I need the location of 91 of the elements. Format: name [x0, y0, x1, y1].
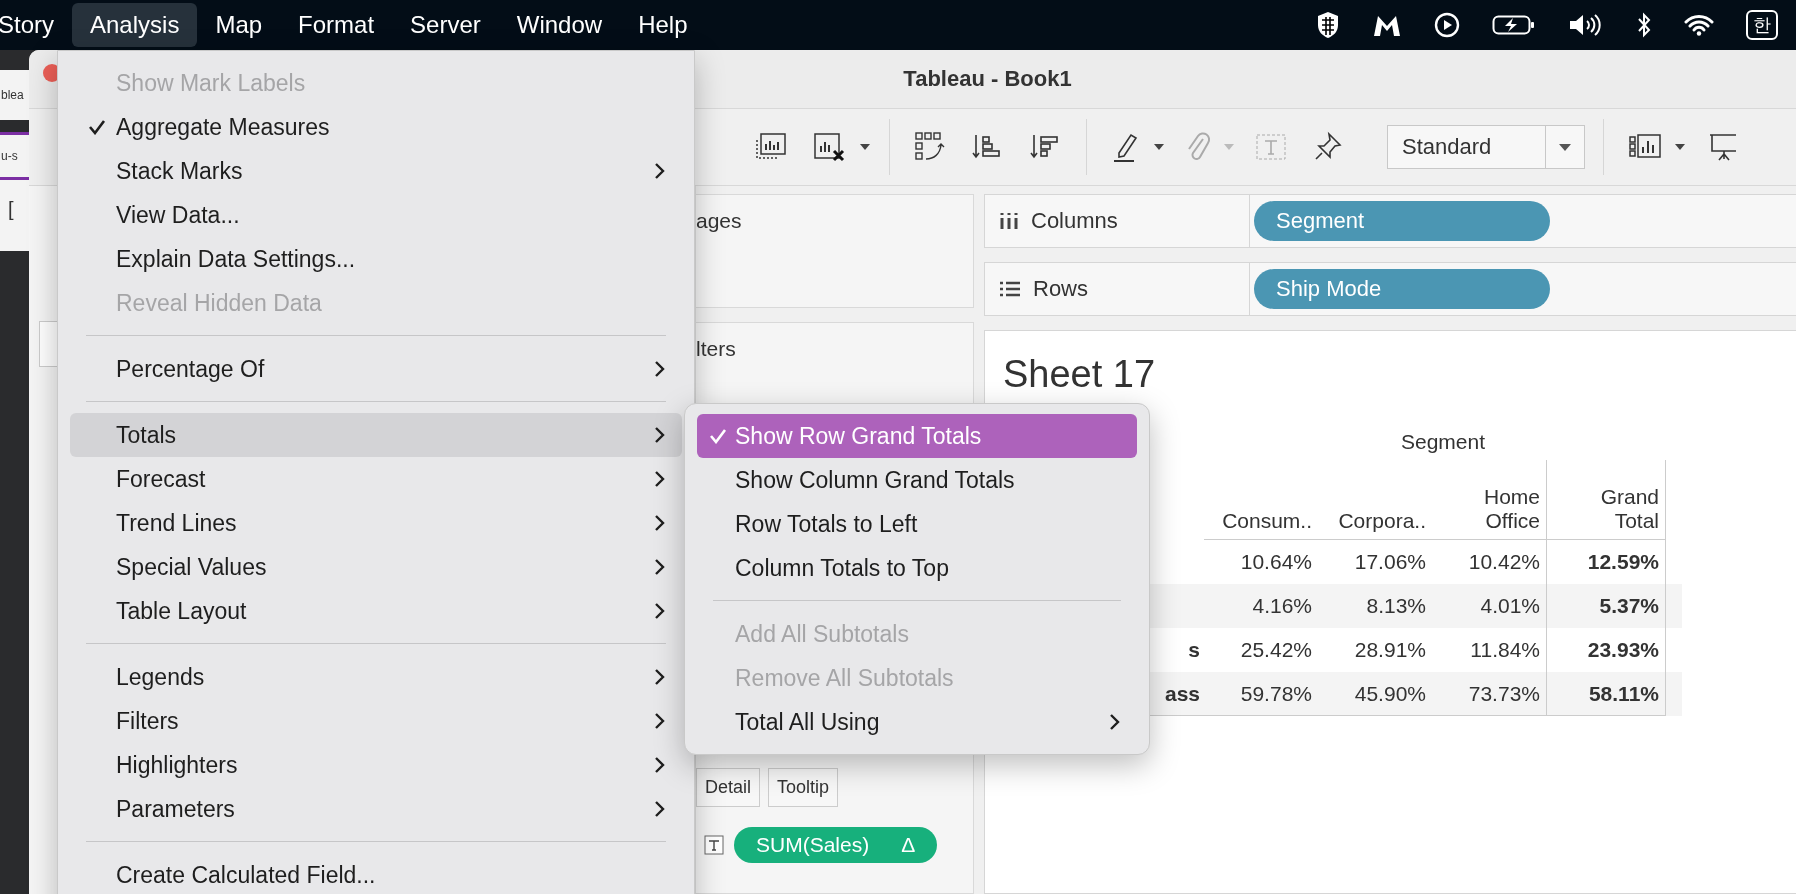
menu-bar-item[interactable]: Format	[280, 3, 393, 47]
chevron-icon	[654, 426, 666, 444]
menu-bar-item[interactable]: Map	[197, 3, 281, 47]
bluetooth-icon[interactable]	[1636, 12, 1652, 38]
shelf-label: Columns	[1031, 208, 1118, 234]
window-title: Tableau - Book1	[903, 66, 1072, 92]
battery-icon[interactable]	[1492, 13, 1536, 37]
paperclip-icon[interactable]	[1185, 131, 1211, 163]
menu-item[interactable]: Show Row Grand Totals	[697, 414, 1137, 458]
menu-item[interactable]: Parameters	[70, 787, 682, 831]
check-icon	[709, 428, 727, 444]
caret-icon[interactable]	[859, 143, 871, 151]
table-cell-text: 4.01%	[1479, 593, 1541, 619]
menu-item[interactable]: Highlighters	[70, 743, 682, 787]
column-header: Home Office	[1432, 460, 1546, 540]
column-header: Corpora..	[1318, 460, 1432, 540]
table-cell-text: 28.91%	[1353, 637, 1427, 663]
table-cell: 59.78%	[1204, 672, 1318, 716]
menu-item[interactable]: Trend Lines	[70, 501, 682, 545]
mark-property-button[interactable]: Detail	[696, 768, 761, 807]
caret-icon	[1558, 142, 1572, 152]
fit-dropdown[interactable]: Standard	[1387, 125, 1585, 169]
menu-item[interactable]: Forecast	[70, 457, 682, 501]
column-header: Grand Total	[1546, 460, 1666, 540]
menu-item[interactable]: Aggregate Measures	[70, 105, 682, 149]
menu-bar-item[interactable]: Server	[392, 3, 499, 47]
chevron-icon	[654, 800, 666, 818]
card-title: ages	[696, 208, 743, 233]
table-cell: 5.37%	[1546, 584, 1666, 628]
menu-bar-item[interactable]: Help	[620, 3, 706, 47]
table-cell-text: 11.84%	[1469, 637, 1541, 663]
menu-item[interactable]: Row Totals to Left	[697, 502, 1137, 546]
menu-item[interactable]: Percentage Of	[70, 347, 682, 391]
row-header: ass	[1164, 682, 1200, 705]
chart-icon[interactable]	[755, 132, 787, 162]
row-header: s	[1188, 638, 1200, 661]
table-cell-text: 8.13%	[1365, 593, 1427, 619]
chevron-icon	[654, 514, 666, 532]
menu-item[interactable]: Show Column Grand Totals	[697, 458, 1137, 502]
table-cell: 45.90%	[1318, 672, 1432, 716]
table-cell-text: 10.64%	[1239, 549, 1313, 575]
shield-icon[interactable]	[1316, 11, 1340, 39]
card-title: lters	[696, 336, 737, 361]
chevron-icon	[654, 360, 666, 378]
table-cell-text: 17.06%	[1353, 549, 1427, 575]
shelf-label: Rows	[1033, 276, 1088, 302]
caret-icon[interactable]	[1153, 143, 1165, 151]
menu-item[interactable]: Stack Marks	[70, 149, 682, 193]
table-cell-text: 10.42%	[1467, 549, 1541, 575]
rows-icon	[999, 280, 1021, 298]
menu-item[interactable]: Special Values	[70, 545, 682, 589]
chevron-icon	[654, 470, 666, 488]
sheet-title: Sheet 17	[1003, 353, 1157, 396]
window-text-fragment: [	[0, 180, 29, 251]
clear-chart-icon[interactable]	[813, 132, 847, 162]
chevron-icon	[654, 712, 666, 730]
menu-item[interactable]: Filters	[70, 699, 682, 743]
columns-icon	[999, 212, 1019, 230]
column-header: Segment	[1399, 430, 1487, 454]
window-text-fragment: u-s	[0, 132, 29, 180]
table-cell: 73.73%	[1432, 672, 1546, 716]
chevron-icon	[654, 602, 666, 620]
caret-icon[interactable]	[1674, 143, 1686, 151]
table-cell-text: 25.42%	[1239, 637, 1313, 663]
menu-item[interactable]: Totals	[70, 413, 682, 457]
input-source-indicator[interactable]: 한	[1746, 10, 1778, 40]
play-icon[interactable]	[1434, 12, 1460, 38]
menu-item[interactable]: Create Calculated Field...	[70, 853, 682, 894]
table-cell: 58.11%	[1546, 672, 1666, 716]
chevron-icon	[654, 668, 666, 686]
menu-item[interactable]: Table Layout	[70, 589, 682, 633]
menu-item[interactable]: Total All Using	[697, 700, 1137, 744]
text-mark-icon	[704, 835, 724, 855]
menu-bar-item[interactable]: Analysis	[72, 3, 198, 47]
wifi-icon[interactable]	[1684, 14, 1714, 36]
column-header: Consum..	[1204, 460, 1318, 540]
chevron-icon	[654, 756, 666, 774]
swap-icon[interactable]	[914, 131, 946, 163]
chevron-icon	[1109, 713, 1121, 731]
menu-item[interactable]: Legends	[70, 655, 682, 699]
chevron-icon	[654, 162, 666, 180]
check-icon	[88, 119, 106, 135]
chevron-icon	[654, 558, 666, 576]
menu-bar-item[interactable]: Window	[498, 3, 621, 47]
window-text-fragment: blea	[0, 70, 29, 120]
menu-item[interactable]: Explain Data Settings...	[70, 237, 682, 281]
table-cell-text: 4.16%	[1251, 593, 1313, 619]
speaker-icon[interactable]	[1568, 13, 1604, 37]
menu-item[interactable]: View Data...	[70, 193, 682, 237]
mark-property-button[interactable]: Tooltip	[768, 768, 839, 807]
menu-item[interactable]: Column Totals to Top	[697, 546, 1137, 590]
